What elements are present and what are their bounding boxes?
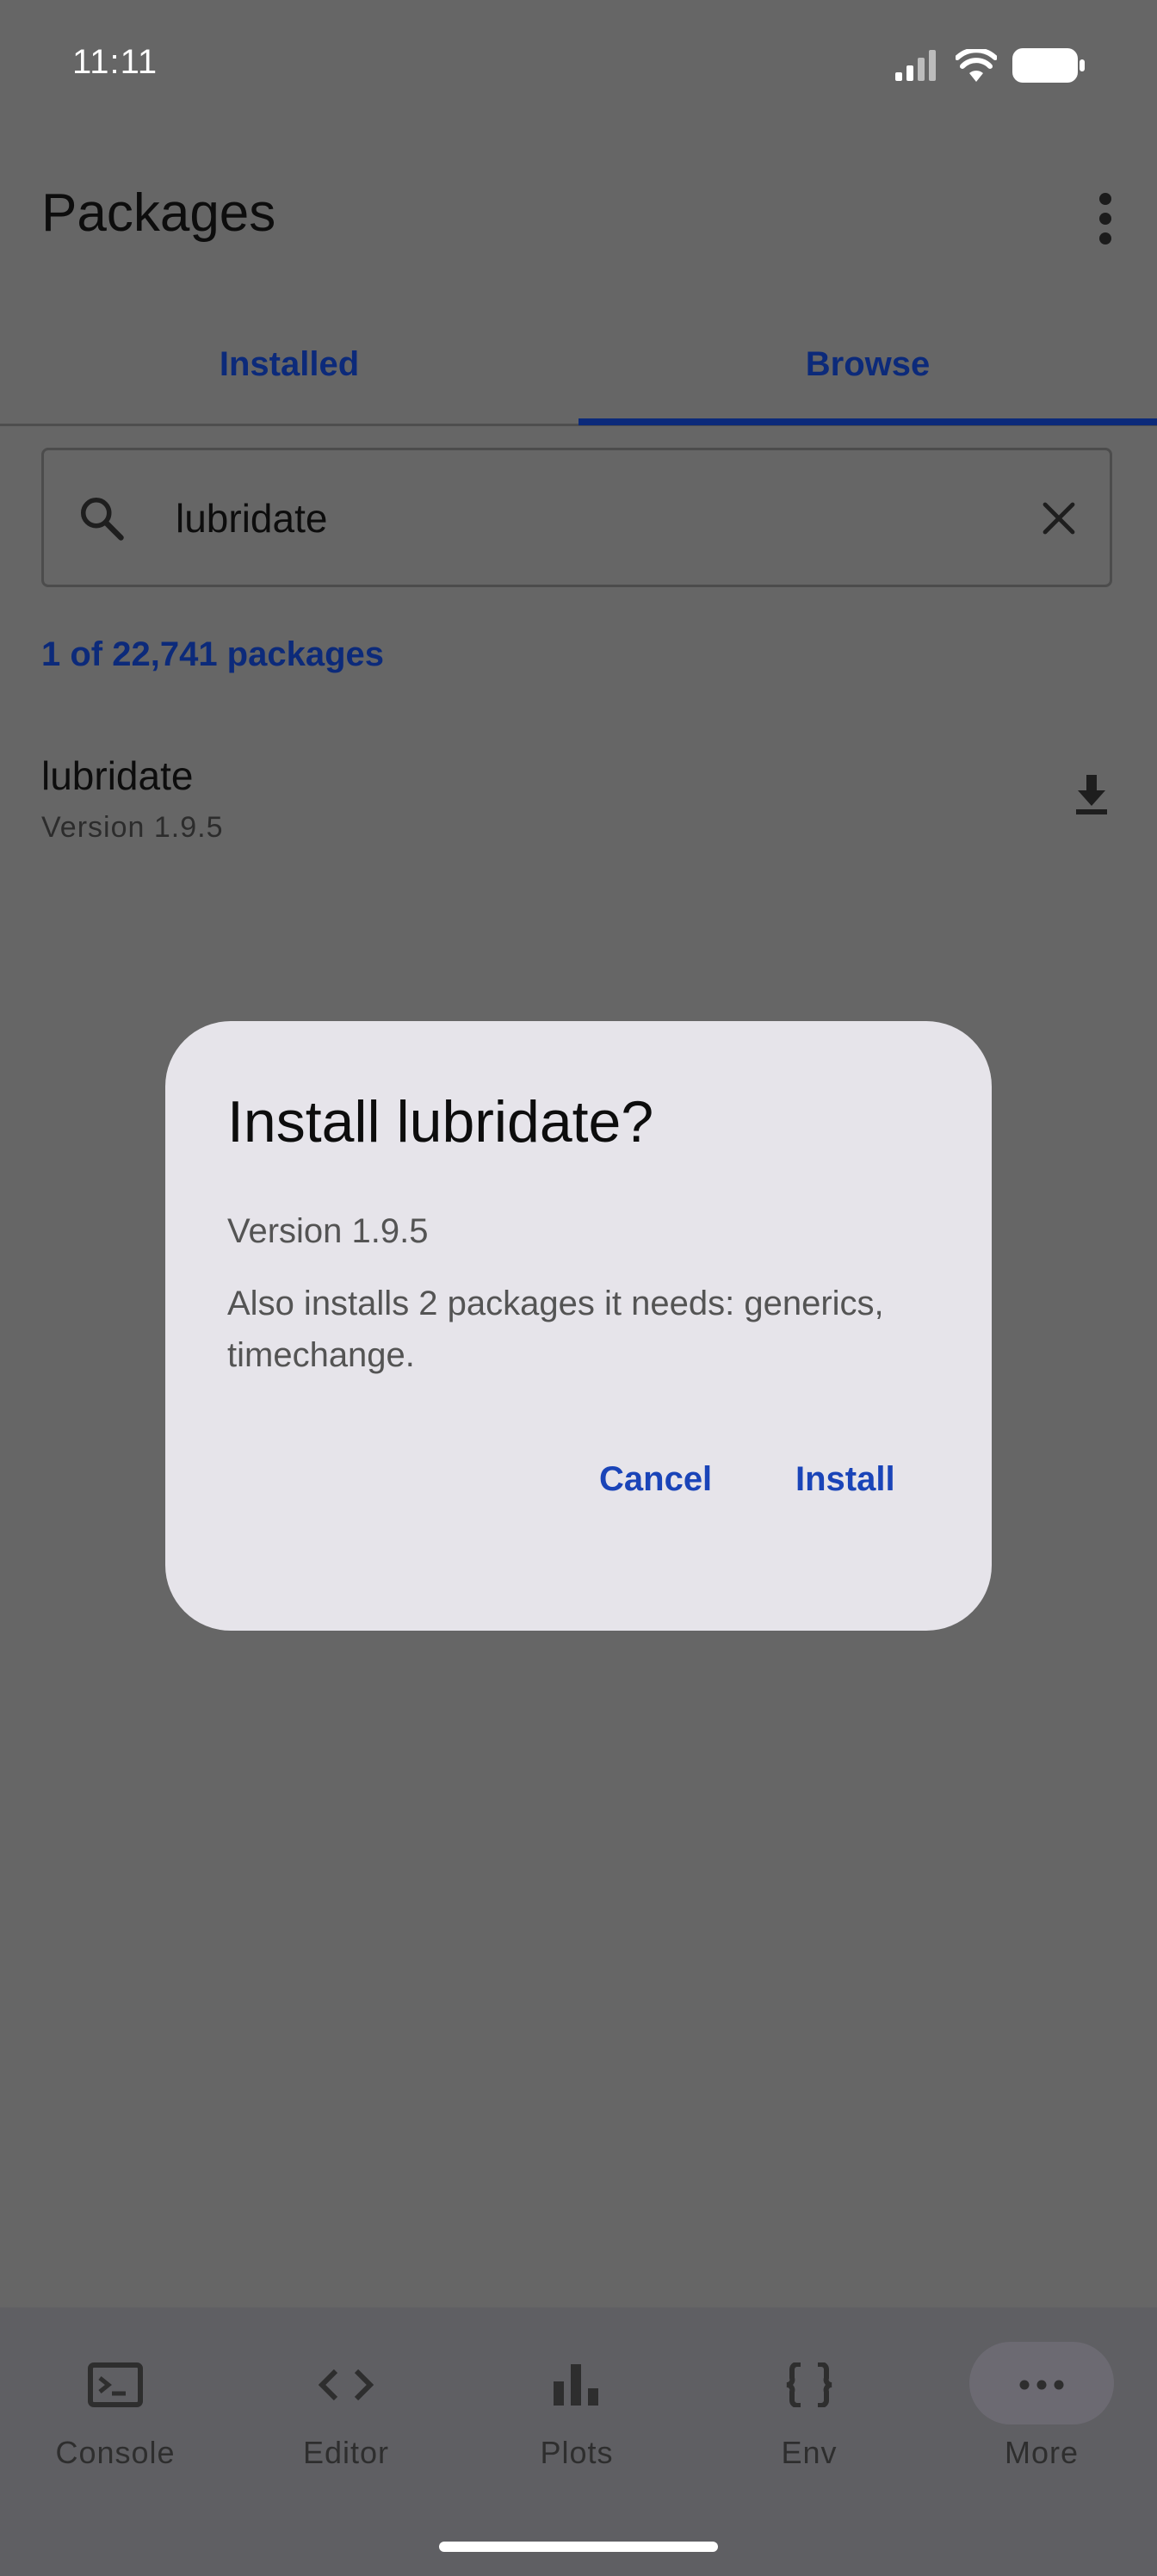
nav-item-plots[interactable]: Plots bbox=[461, 2307, 692, 2497]
nav-item-more[interactable]: More bbox=[926, 2307, 1157, 2497]
bottom-navigation: Console Editor Plots Env More bbox=[0, 2307, 1157, 2576]
tab-selected-indicator bbox=[578, 418, 1157, 425]
nav-label-console: Console bbox=[55, 2435, 176, 2470]
more-horiz-icon bbox=[1007, 2359, 1076, 2411]
dialog-title: Install lubridate? bbox=[227, 1089, 654, 1155]
home-indicator[interactable] bbox=[439, 2542, 718, 2552]
overflow-menu-icon[interactable] bbox=[1095, 193, 1116, 245]
package-version: Version 1.9.5 bbox=[41, 811, 224, 844]
dialog-message: Also installs 2 packages it needs: gener… bbox=[227, 1285, 884, 1374]
status-time: 11:11 bbox=[72, 43, 158, 81]
nav-label-plots: Plots bbox=[540, 2435, 614, 2470]
nav-item-console[interactable]: Console bbox=[0, 2307, 231, 2497]
search-icon bbox=[81, 498, 124, 541]
nav-label-more: More bbox=[1004, 2435, 1080, 2470]
signal-icon bbox=[895, 50, 936, 81]
battery-icon bbox=[1012, 48, 1085, 83]
nav-label-env: Env bbox=[781, 2435, 838, 2470]
package-name[interactable]: lubridate bbox=[41, 752, 193, 799]
braces-icon bbox=[775, 2359, 844, 2411]
search-query[interactable]: lubridate bbox=[176, 492, 327, 544]
status-icons bbox=[895, 48, 1085, 83]
download-icon[interactable] bbox=[1073, 775, 1111, 816]
bar-chart-icon bbox=[542, 2359, 611, 2411]
result-count: 1 of 22,741 packages bbox=[41, 635, 385, 673]
cancel-button[interactable]: Cancel bbox=[599, 1460, 712, 1499]
nav-label-editor: Editor bbox=[302, 2435, 390, 2470]
page-title: Packages bbox=[41, 183, 276, 243]
console-icon bbox=[81, 2359, 150, 2411]
nav-item-editor[interactable]: Editor bbox=[231, 2307, 461, 2497]
close-icon[interactable] bbox=[1038, 498, 1080, 539]
wifi-icon bbox=[956, 49, 997, 82]
tab-bar: Installed Browse bbox=[0, 317, 1157, 425]
code-icon bbox=[312, 2359, 381, 2411]
install-dialog: Install lubridate? Version 1.9.5 Also in… bbox=[165, 1021, 992, 1631]
tab-installed[interactable]: Installed bbox=[0, 317, 578, 425]
install-button[interactable]: Install bbox=[795, 1460, 895, 1499]
dialog-version: Version 1.9.5 bbox=[227, 1212, 429, 1250]
tab-browse[interactable]: Browse bbox=[578, 317, 1157, 425]
nav-item-env[interactable]: Env bbox=[694, 2307, 925, 2497]
